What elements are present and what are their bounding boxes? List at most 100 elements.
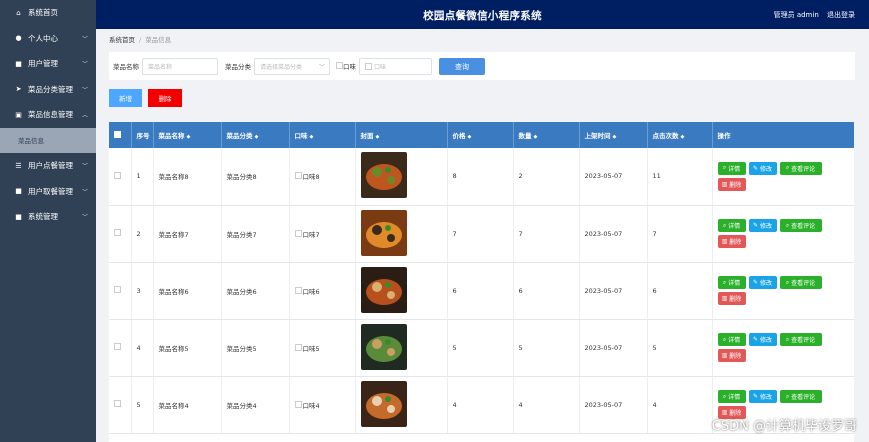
table-row: 4 菜品名称5 菜品分类5 口味5 5 5 2023-05-07 5 ⌕ 详情 ✎ 修改 ⌕ 查看评…	[109, 319, 854, 377]
col-clicks[interactable]: 点击次数 ◆	[647, 122, 713, 148]
view-reviews-button[interactable]: ⌕ 查看评论	[779, 276, 822, 289]
sidebar-item-home[interactable]: ⌂ 系统首页	[0, 0, 96, 26]
row-checkbox[interactable]	[109, 319, 132, 377]
cell-cover	[355, 376, 448, 434]
sidebar-item-pickup[interactable]: ■ 用户取餐管理 ﹀	[0, 179, 96, 205]
detail-button[interactable]: ⌕ 详情	[717, 333, 746, 346]
cell-date: 2023-05-07	[579, 376, 648, 434]
sidebar-item-label: 系统首页	[28, 8, 58, 18]
logout-link[interactable]: 退出登录	[827, 11, 855, 19]
edit-button[interactable]: ✎ 修改	[748, 390, 777, 403]
taste-checkbox-icon	[365, 62, 372, 70]
view-reviews-button[interactable]: ⌕ 查看评论	[779, 333, 822, 346]
view-reviews-button[interactable]: ⌕ 查看评论	[779, 390, 822, 403]
cell-qty: 7	[513, 205, 580, 263]
grid-icon: ■	[15, 59, 22, 68]
col-taste[interactable]: 口味 ◆	[289, 122, 356, 148]
col-date[interactable]: 上架时间 ◆	[579, 122, 648, 148]
sidebar-item-dish-category[interactable]: ➤ 菜品分类管理 ﹀	[0, 77, 96, 103]
delete-row-button[interactable]: ▥ 删除	[717, 349, 746, 362]
search-icon: ⌕	[785, 164, 790, 172]
col-price[interactable]: 价格 ◆	[447, 122, 514, 148]
col-no: 序号	[131, 122, 154, 148]
chevron-down-icon: ﹀	[81, 188, 88, 196]
view-reviews-button[interactable]: ⌕ 查看评论	[779, 219, 822, 232]
taste-input[interactable]: 口味	[359, 57, 432, 75]
cell-cover	[355, 262, 448, 320]
dish-photo[interactable]	[360, 380, 407, 427]
sidebar-item-profile[interactable]: ● 个人中心 ﹀	[0, 26, 96, 52]
view-reviews-button[interactable]: ⌕ 查看评论	[779, 161, 822, 175]
cell-name: 菜品名称7	[153, 205, 222, 263]
sort-icon: ◆	[186, 134, 191, 140]
sidebar-item-system[interactable]: ■ 系统管理 ﹀	[0, 204, 96, 230]
cell-category: 菜品分类6	[221, 262, 290, 320]
chevron-down-icon: ﹀	[81, 86, 88, 94]
search-button[interactable]: 查询	[439, 58, 485, 75]
cell-cover	[355, 205, 448, 263]
add-button[interactable]: 新增	[109, 89, 142, 107]
row-checkbox[interactable]	[109, 205, 132, 263]
cell-price: 4	[447, 376, 514, 434]
delete-row-button[interactable]: ▥ 删除	[717, 292, 746, 305]
sidebar-subitem-dish-info[interactable]: 菜品信息	[0, 127, 96, 153]
detail-button[interactable]: ⌕ 详情	[717, 276, 746, 289]
filter-bar: 菜品名称 菜品名称 菜品分类 请选择菜品分类 ﹀ 口味 口味 查询	[109, 52, 855, 80]
cell-clicks: 7	[647, 205, 713, 263]
watermark: CSDN @计算机毕设罗哥	[711, 419, 857, 434]
detail-button[interactable]: ⌕ 详情	[717, 390, 746, 403]
row-checkbox[interactable]	[109, 148, 132, 206]
sidebar-item-dish-info[interactable]: ▣ 菜品信息管理 ︿	[0, 102, 96, 128]
row-checkbox[interactable]	[109, 262, 132, 320]
sidebar-item-label: 用户点餐管理	[28, 161, 73, 171]
edit-button[interactable]: ✎ 修改	[748, 219, 777, 232]
edit-button[interactable]: ✎ 修改	[748, 333, 777, 346]
cell-no: 1	[131, 148, 154, 206]
cell-clicks: 11	[647, 148, 713, 206]
search-icon: ⌕	[785, 221, 790, 229]
top-header: 校园点餐微信小程序系统 管理员 admin 退出登录	[96, 0, 869, 29]
dish-category-select[interactable]: 请选择菜品分类 ﹀	[254, 57, 330, 75]
select-all-checkbox[interactable]	[109, 122, 132, 148]
chevron-down-icon: ﹀	[81, 61, 88, 69]
dish-photo[interactable]	[360, 209, 407, 256]
cell-price: 7	[447, 205, 514, 263]
dish-table: 序号 菜品名称 ◆ 菜品分类 ◆ 口味 ◆ 封面 ◆ 价格 ◆ 数量 ◆ 上架时间 ◆ 点击次…	[109, 122, 854, 442]
col-name[interactable]: 菜品名称 ◆	[153, 122, 222, 148]
breadcrumb-home[interactable]: 系统首页	[109, 36, 135, 44]
edit-icon: ✎	[753, 336, 759, 343]
delete-row-button[interactable]: ▥ 删除	[717, 177, 746, 191]
row-checkbox[interactable]	[109, 376, 132, 434]
sidebar-item-label: 菜品分类管理	[28, 84, 73, 94]
cell-no: 3	[131, 262, 154, 320]
search-icon: ⌕	[722, 221, 727, 229]
dish-photo[interactable]	[360, 323, 407, 370]
sidebar-item-orders[interactable]: ☰ 用户点餐管理 ﹀	[0, 153, 96, 179]
delete-row-button[interactable]: ▥ 删除	[717, 235, 746, 248]
search-icon: ⌕	[722, 278, 727, 286]
cell-date: 2023-05-07	[579, 262, 648, 320]
edit-button[interactable]: ✎ 修改	[748, 161, 777, 175]
cell-actions: ⌕ 详情 ✎ 修改 ⌕ 查看评论 ▥ 删除	[712, 205, 854, 263]
sidebar-item-label: 菜品信息管理	[28, 110, 73, 120]
batch-delete-button[interactable]: 删除	[148, 89, 182, 107]
cell-name: 菜品名称4	[153, 376, 222, 434]
name-filter-label: 菜品名称	[113, 63, 139, 71]
col-qty[interactable]: 数量 ◆	[513, 122, 580, 148]
detail-button[interactable]: ⌕ 详情	[717, 219, 746, 232]
dish-photo[interactable]	[360, 266, 407, 313]
sort-icon: ◆	[254, 134, 259, 140]
col-cover[interactable]: 封面 ◆	[355, 122, 448, 148]
search-icon: ⌕	[785, 335, 790, 343]
col-category[interactable]: 菜品分类 ◆	[221, 122, 290, 148]
sidebar-item-users[interactable]: ■ 用户管理 ﹀	[0, 51, 96, 77]
search-icon: ⌕	[722, 335, 727, 343]
dish-name-input[interactable]: 菜品名称	[142, 57, 218, 75]
cell-date: 2023-05-07	[579, 148, 648, 206]
dish-photo[interactable]	[360, 152, 407, 199]
cell-name: 菜品名称6	[153, 262, 222, 320]
edit-button[interactable]: ✎ 修改	[748, 276, 777, 289]
detail-button[interactable]: ⌕ 详情	[717, 161, 746, 175]
sidebar-item-label: 个人中心	[28, 33, 58, 43]
app-title: 校园点餐微信小程序系统	[423, 10, 542, 22]
